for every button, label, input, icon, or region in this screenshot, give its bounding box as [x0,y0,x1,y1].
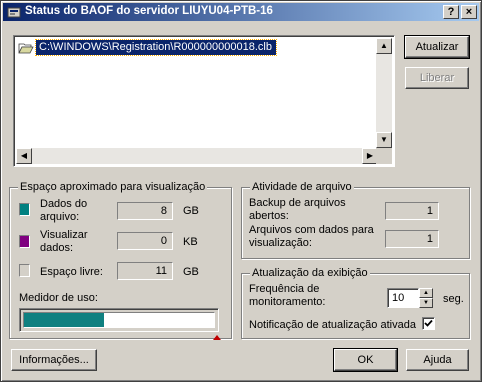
open-files-list[interactable]: C:\WINDOWS\Registration\R000000000018.cl… [13,35,395,167]
spin-up-icon[interactable]: ▲ [419,288,433,298]
vertical-scrollbar[interactable]: ▲ ▼ [376,38,392,148]
notification-checkbox[interactable] [422,317,435,330]
view-files-label: Arquivos com dados para visualização: [249,224,374,249]
help-button[interactable]: Ajuda [406,349,469,371]
status-dialog: Status do BAOF do servidor LIUYU04-PTB-1… [0,0,482,382]
free-space-label: Espaço livre: [40,266,103,278]
free-space-value: 11 [117,262,173,280]
release-button[interactable]: Liberar [405,67,469,89]
free-space-unit: GB [183,266,199,278]
title-bar[interactable]: Status do BAOF do servidor LIUYU04-PTB-1… [3,3,479,21]
refresh-button[interactable]: Atualizar [404,35,470,59]
spin-down-icon[interactable]: ▼ [419,298,433,308]
frequency-input[interactable]: 10 [387,288,419,308]
view-data-unit: KB [183,236,198,248]
view-data-value: 0 [117,232,173,250]
list-item-label: C:\WINDOWS\Registration\R000000000018.cl… [35,39,277,56]
view-data-label: Visualizar dados: [40,229,88,254]
scroll-left-icon[interactable]: ◀ [16,148,32,164]
scroll-down-icon[interactable]: ▼ [376,132,392,148]
refresh-group-title: Atualização da exibição [250,267,370,279]
app-icon [7,7,21,18]
frequency-unit: seg. [443,293,464,305]
checkmark-icon [424,319,433,327]
usage-meter-label: Medidor de uso: [19,292,98,304]
scroll-up-icon[interactable]: ▲ [376,38,392,54]
data-files-swatch [19,203,30,216]
usage-meter [19,308,219,332]
info-button[interactable]: Informações... [11,349,97,371]
usage-meter-track [23,312,215,328]
backup-label: Backup de arquivos abertos: [249,197,346,222]
usage-meter-fill [24,313,104,327]
data-files-value: 8 [117,202,173,220]
help-caption-button[interactable]: ? [443,5,459,19]
space-group-title: Espaço aproximado para visualização [18,181,208,193]
frequency-label: Frequência de monitoramento: [249,283,326,308]
view-files-value: 1 [385,230,439,248]
open-folder-icon [18,43,34,54]
free-space-swatch [19,264,30,277]
scrollbar-corner [376,148,392,164]
backup-value: 1 [385,202,439,220]
window-title: Status do BAOF do servidor LIUYU04-PTB-1… [25,5,273,17]
ok-button[interactable]: OK [333,348,398,372]
usage-marker-icon [213,335,221,340]
horizontal-scrollbar[interactable]: ◀ ▶ [16,148,378,164]
close-button[interactable]: × [461,5,477,19]
notification-label: Notificação de atualização ativada [249,319,416,331]
view-data-swatch [19,235,30,248]
activity-group-title: Atividade de arquivo [250,181,354,193]
list-item[interactable]: C:\WINDOWS\Registration\R000000000018.cl… [18,39,380,56]
data-files-label: Dados do arquivo: [40,198,88,223]
data-files-unit: GB [183,205,199,217]
